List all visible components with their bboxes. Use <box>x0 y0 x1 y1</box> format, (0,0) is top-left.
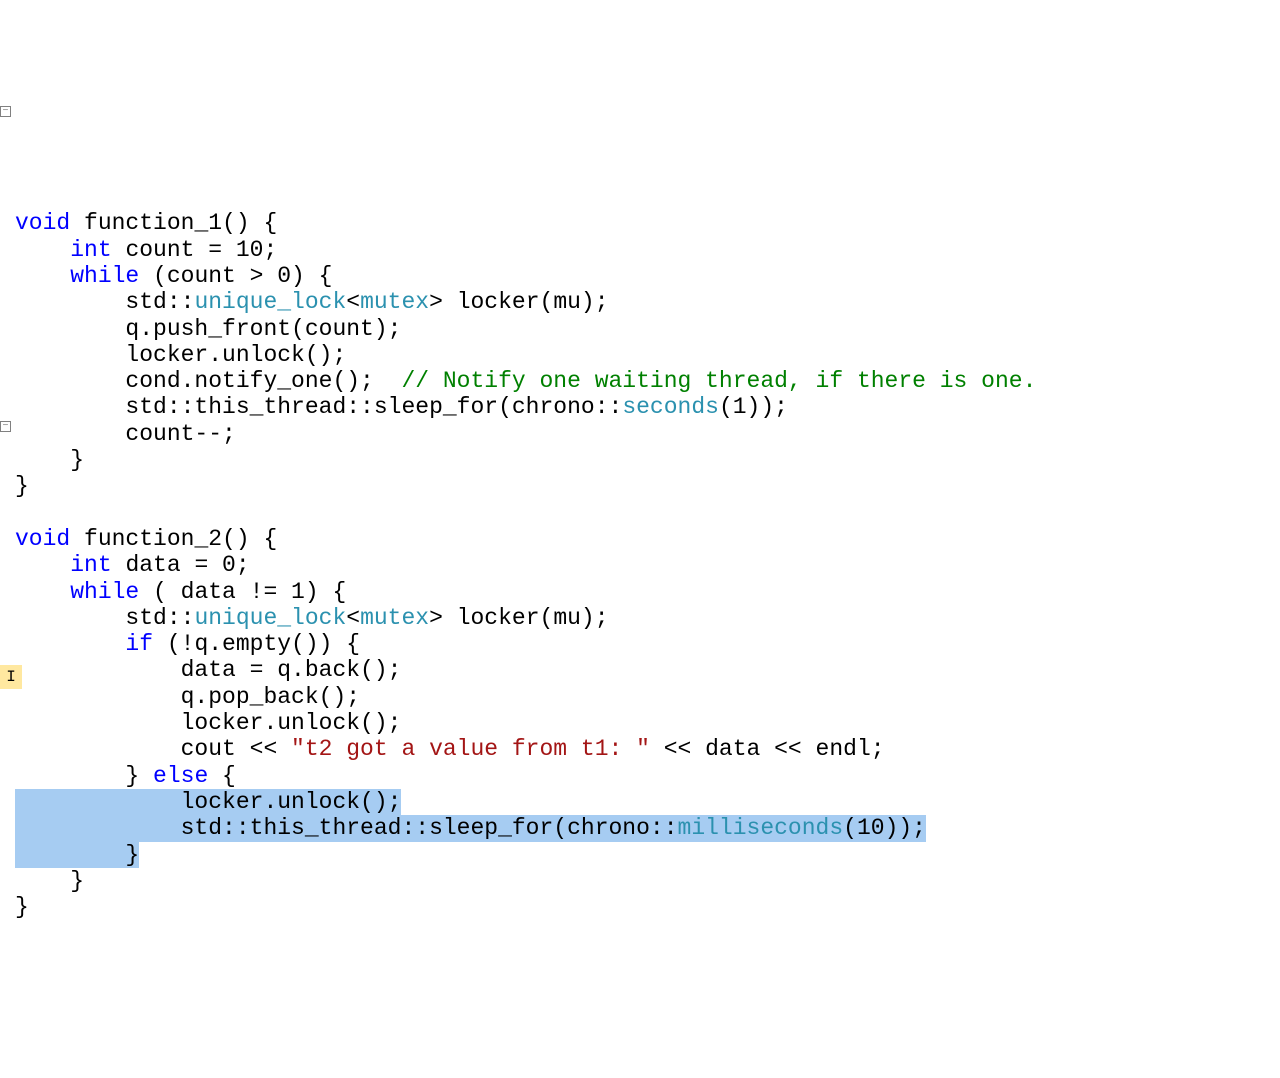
fold-gutter <box>0 105 12 947</box>
code-line[interactable]: q.push_front(count); <box>15 316 1280 342</box>
code-line[interactable]: } <box>15 447 1280 473</box>
fold-toggle-icon[interactable] <box>0 421 11 432</box>
code-line[interactable]: } <box>15 473 1280 499</box>
code-line[interactable]: void function_2() { <box>15 526 1280 552</box>
code-line[interactable] <box>15 500 1280 526</box>
code-line[interactable]: int data = 0; <box>15 552 1280 578</box>
code-line[interactable]: std::unique_lock<mutex> locker(mu); <box>15 605 1280 631</box>
code-line[interactable]: if (!q.empty()) { <box>15 631 1280 657</box>
code-line[interactable]: cond.notify_one(); // Notify one waiting… <box>15 368 1280 394</box>
code-line[interactable]: } <box>15 842 1280 868</box>
code-line[interactable]: void function_1() { <box>15 210 1280 236</box>
code-line[interactable]: std::unique_lock<mutex> locker(mu); <box>15 289 1280 315</box>
code-line[interactable]: while ( data != 1) { <box>15 579 1280 605</box>
code-line[interactable]: locker.unlock(); <box>15 710 1280 736</box>
code-line[interactable]: } <box>15 894 1280 920</box>
code-container[interactable]: void function_1() { int count = 10; whil… <box>15 210 1280 920</box>
code-line[interactable]: count--; <box>15 421 1280 447</box>
code-line[interactable]: locker.unlock(); <box>15 342 1280 368</box>
code-line[interactable]: } <box>15 868 1280 894</box>
code-line[interactable]: cout << "t2 got a value from t1: " << da… <box>15 736 1280 762</box>
code-line[interactable]: std::this_thread::sleep_for(chrono::mill… <box>15 815 1280 841</box>
code-line[interactable]: } else { <box>15 763 1280 789</box>
code-line[interactable]: int count = 10; <box>15 237 1280 263</box>
caret-line-indicator-icon: I <box>0 665 22 689</box>
code-editor[interactable]: I void function_1() { int count = 10; wh… <box>0 105 1280 947</box>
code-line[interactable]: std::this_thread::sleep_for(chrono::seco… <box>15 394 1280 420</box>
code-line[interactable]: locker.unlock(); <box>15 789 1280 815</box>
code-line[interactable]: while (count > 0) { <box>15 263 1280 289</box>
code-line[interactable]: data = q.back(); <box>15 657 1280 683</box>
code-line[interactable]: q.pop_back(); <box>15 684 1280 710</box>
fold-toggle-icon[interactable] <box>0 106 11 117</box>
